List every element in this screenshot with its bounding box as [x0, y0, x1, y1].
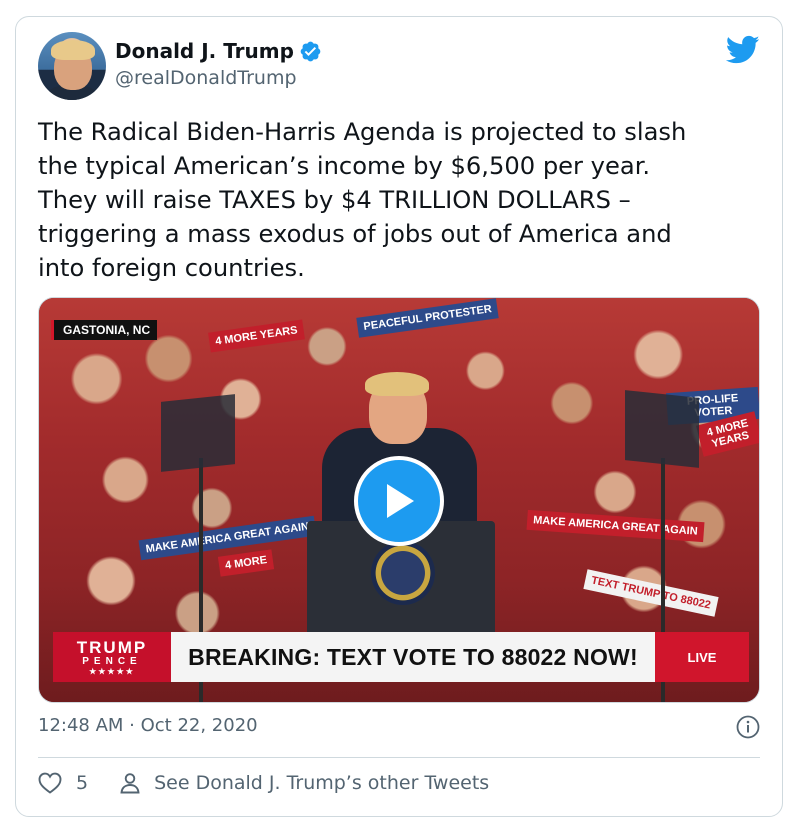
like-count: 5	[76, 772, 89, 794]
twitter-bird-icon[interactable]	[726, 35, 760, 65]
action-bar: 5 See Donald J. Trump’s other Tweets	[38, 771, 489, 795]
play-icon	[387, 484, 414, 518]
location-tag: GASTONIA, NC	[51, 320, 158, 340]
info-icon[interactable]	[736, 715, 760, 739]
teleprompter	[161, 394, 235, 472]
author-handle[interactable]: @realDonaldTrump	[115, 67, 297, 89]
author-row: Donald J. Trump	[115, 39, 322, 63]
tweet-timestamp[interactable]: 12:48 AM · Oct 22, 2020	[38, 715, 258, 736]
logo-line-1: TRUMP	[76, 637, 148, 657]
video-player[interactable]: 4 MORE YEARS MAKE AMERICA GREAT AGAIN 4 …	[38, 297, 760, 703]
author-name[interactable]: Donald J. Trump	[115, 39, 294, 63]
campaign-logo: TRUMP PENCE ★★★★★	[53, 632, 171, 682]
live-badge: LIVE	[655, 632, 749, 682]
tweet-card: Donald J. Trump @realDonaldTrump The Rad…	[15, 16, 783, 817]
play-button[interactable]	[354, 456, 444, 546]
see-other-tweets-link[interactable]: See Donald J. Trump’s other Tweets	[154, 772, 489, 794]
speaker-hair	[365, 372, 429, 396]
verified-badge-icon	[300, 41, 321, 61]
news-banner: TRUMP PENCE ★★★★★ BREAKING: TEXT VOTE TO…	[53, 632, 749, 682]
teleprompter	[625, 390, 699, 468]
tweet-text: The Radical Biden-Harris Agenda is proje…	[38, 118, 687, 282]
divider	[38, 757, 760, 758]
user-icon[interactable]	[118, 771, 142, 795]
presidential-seal	[371, 541, 435, 605]
avatar-hair	[51, 40, 95, 60]
logo-line-2: PENCE	[82, 655, 142, 667]
avatar[interactable]	[38, 32, 106, 100]
heart-icon[interactable]	[38, 772, 62, 794]
breaking-text: BREAKING: TEXT VOTE TO 88022 NOW!	[171, 632, 655, 682]
logo-stars: ★★★★★	[89, 666, 135, 676]
